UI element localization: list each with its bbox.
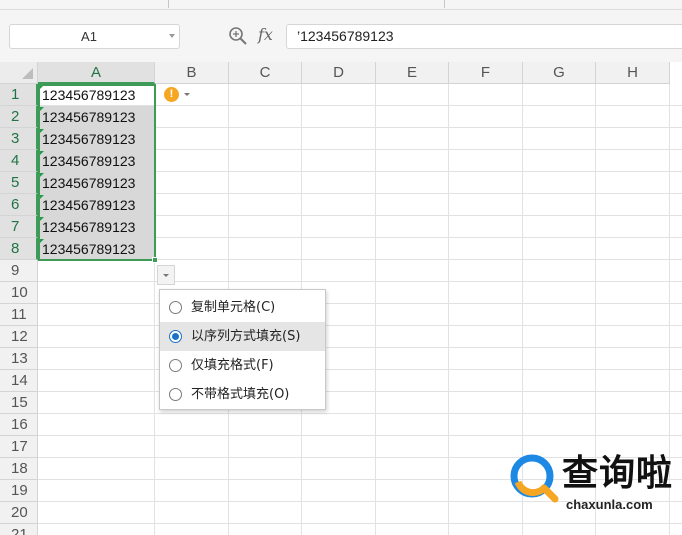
formula-input[interactable]: ’123456789123 — [286, 24, 682, 49]
menu-item-label: 仅填充格式(F) — [191, 358, 274, 373]
gridline-horizontal — [38, 391, 682, 392]
select-all-triangle-icon — [22, 68, 33, 79]
selection-border — [38, 84, 156, 261]
gridline-horizontal — [38, 303, 682, 304]
autofill-options-button[interactable] — [157, 265, 175, 285]
chevron-down-icon[interactable] — [169, 34, 175, 38]
row-header-21[interactable]: 21 — [0, 524, 38, 535]
row-header-7[interactable]: 7 — [0, 216, 38, 238]
name-box[interactable]: A1 — [9, 24, 180, 49]
chevron-down-icon — [163, 274, 169, 277]
row-header-10[interactable]: 10 — [0, 282, 38, 304]
row-header-4[interactable]: 4 — [0, 150, 38, 172]
watermark-title: 查询啦 — [562, 453, 674, 494]
column-header-g[interactable]: G — [523, 62, 596, 84]
gridline-horizontal — [38, 435, 682, 436]
fill-handle[interactable] — [152, 257, 158, 263]
row-header-5[interactable]: 5 — [0, 172, 38, 194]
row-header-2[interactable]: 2 — [0, 106, 38, 128]
menu-item-label: 不带格式填充(O) — [191, 387, 290, 402]
autofill-options-menu: 复制单元格(C) 以序列方式填充(S) 仅填充格式(F) 不带格式填充(O) — [159, 289, 326, 410]
row-header-6[interactable]: 6 — [0, 194, 38, 216]
chevron-down-icon — [184, 93, 190, 96]
row-header-15[interactable]: 15 — [0, 392, 38, 414]
fx-icon[interactable]: fx — [258, 24, 280, 46]
gridline-vertical — [375, 84, 376, 535]
row-header-16[interactable]: 16 — [0, 414, 38, 436]
gridline-horizontal — [38, 281, 682, 282]
column-header-e[interactable]: E — [376, 62, 449, 84]
name-box-value: A1 — [81, 29, 97, 44]
toolbar-strip — [0, 0, 682, 10]
gridline-horizontal — [38, 413, 682, 414]
row-header-1[interactable]: 1 — [0, 84, 38, 106]
gridline-horizontal — [38, 325, 682, 326]
menu-item-fill-series[interactable]: 以序列方式填充(S) — [160, 322, 325, 351]
column-header-c[interactable]: C — [229, 62, 302, 84]
row-header-19[interactable]: 19 — [0, 480, 38, 502]
menu-item-label: 复制单元格(C) — [191, 300, 276, 315]
zoom-icon[interactable] — [228, 25, 248, 47]
gridline-vertical — [448, 84, 449, 535]
row-header-12[interactable]: 12 — [0, 326, 38, 348]
row-header-17[interactable]: 17 — [0, 436, 38, 458]
gridline-horizontal — [38, 347, 682, 348]
magnifier-logo-icon — [510, 454, 559, 503]
select-all-corner[interactable] — [0, 62, 38, 84]
row-header-18[interactable]: 18 — [0, 458, 38, 480]
menu-item-fill-without-formatting[interactable]: 不带格式填充(O) — [160, 380, 325, 409]
row-header-11[interactable]: 11 — [0, 304, 38, 326]
row-header-9[interactable]: 9 — [0, 260, 38, 282]
toolbar-divider — [168, 0, 169, 8]
menu-item-label: 以序列方式填充(S) — [191, 329, 301, 344]
radio-selected-icon[interactable] — [169, 330, 182, 343]
radio-icon[interactable] — [169, 359, 182, 372]
menu-item-fill-formatting-only[interactable]: 仅填充格式(F) — [160, 351, 325, 380]
column-header-d[interactable]: D — [302, 62, 376, 84]
radio-icon[interactable] — [169, 301, 182, 314]
column-header-h[interactable]: H — [596, 62, 670, 84]
toolbar-divider — [444, 0, 445, 8]
row-header-13[interactable]: 13 — [0, 348, 38, 370]
gridline-horizontal — [38, 369, 682, 370]
watermark-url: chaxunla.com — [566, 497, 653, 512]
gridline-horizontal — [38, 523, 682, 524]
watermark: 查询啦 chaxunla.com — [506, 450, 682, 520]
formula-value: ’123456789123 — [297, 28, 394, 44]
column-header-b[interactable]: B — [155, 62, 229, 84]
row-header-20[interactable]: 20 — [0, 502, 38, 524]
column-header-a[interactable]: A — [38, 62, 155, 84]
menu-item-copy-cells[interactable]: 复制单元格(C) — [160, 293, 325, 322]
error-check-button[interactable]: ! — [162, 86, 192, 104]
column-header-f[interactable]: F — [449, 62, 523, 84]
row-header-3[interactable]: 3 — [0, 128, 38, 150]
radio-icon[interactable] — [169, 388, 182, 401]
row-header-8[interactable]: 8 — [0, 238, 38, 260]
warning-icon: ! — [164, 87, 179, 102]
formula-bar: A1 fx ’123456789123 — [0, 10, 682, 62]
row-header-14[interactable]: 14 — [0, 370, 38, 392]
